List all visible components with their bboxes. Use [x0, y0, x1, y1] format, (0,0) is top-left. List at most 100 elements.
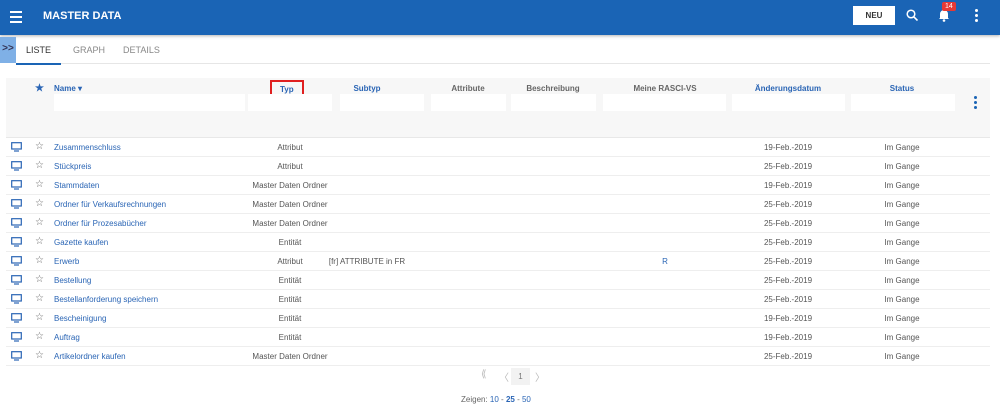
row-name-link[interactable]: Bescheinigung	[54, 314, 106, 323]
filter-attribute-input[interactable]	[431, 94, 506, 111]
row-name-link[interactable]: Erwerb	[54, 257, 79, 266]
monitor-icon[interactable]	[11, 142, 22, 154]
monitor-icon[interactable]	[11, 218, 22, 230]
filter-datum-input[interactable]	[732, 94, 845, 111]
favorite-star-icon[interactable]: ★	[35, 83, 44, 94]
star-icon[interactable]: ☆	[35, 179, 44, 190]
more-options-icon[interactable]	[975, 9, 978, 24]
new-button[interactable]: NEU	[853, 6, 895, 25]
star-icon[interactable]: ☆	[35, 198, 44, 209]
row-datum: 19-Feb.-2019	[763, 333, 813, 342]
row-datum: 19-Feb.-2019	[763, 314, 813, 323]
table-row[interactable]: ☆ Bestellung Entität 25-Feb.-2019 Im Gan…	[6, 271, 990, 290]
table-row[interactable]: ☆ Gazette kaufen Entität 25-Feb.-2019 Im…	[6, 233, 990, 252]
row-name-link[interactable]: Gazette kaufen	[54, 238, 108, 247]
star-icon[interactable]: ☆	[35, 293, 44, 304]
star-icon[interactable]: ☆	[35, 350, 44, 361]
page-size-10[interactable]: 10	[490, 395, 499, 404]
filter-rasci-input[interactable]	[603, 94, 726, 111]
row-datum: 19-Feb.-2019	[763, 143, 813, 152]
row-name-link[interactable]: Zusammenschluss	[54, 143, 121, 152]
row-status: Im Gange	[884, 200, 920, 209]
sidebar-expand-button[interactable]: >>	[0, 37, 16, 63]
row-name-link[interactable]: Ordner für Verkaufsrechnungen	[54, 200, 166, 209]
row-name-link[interactable]: Ordner für Prozesabücher	[54, 219, 147, 228]
table-row[interactable]: ☆ Bestellanforderung speichern Entität 2…	[6, 290, 990, 309]
star-icon[interactable]: ☆	[35, 236, 44, 247]
row-name-link[interactable]: Auftrag	[54, 333, 80, 342]
row-status: Im Gange	[884, 314, 920, 323]
page-size-25[interactable]: 25	[506, 395, 515, 404]
filter-name-input[interactable]	[54, 94, 245, 111]
row-typ: Entität	[278, 238, 302, 247]
filter-beschreibung-input[interactable]	[511, 94, 596, 111]
star-icon[interactable]: ☆	[35, 274, 44, 285]
row-status: Im Gange	[884, 162, 920, 171]
table-row[interactable]: ☆ Ordner für Prozesabücher Master Daten …	[6, 214, 990, 233]
monitor-icon[interactable]	[11, 256, 22, 268]
notification-badge: 14	[942, 2, 956, 11]
row-name-link[interactable]: Stückpreis	[54, 162, 91, 171]
table-row[interactable]: ☆ Stückpreis Attribut 25-Feb.-2019 Im Ga…	[6, 157, 990, 176]
table-row[interactable]: ☆ Artikelordner kaufen Master Daten Ordn…	[6, 347, 990, 366]
table-row[interactable]: ☆ Erwerb Attribut [fr] ATTRIBUTE in FR R…	[6, 252, 990, 271]
row-status: Im Gange	[884, 276, 920, 285]
row-status: Im Gange	[884, 181, 920, 190]
star-icon[interactable]: ☆	[35, 217, 44, 228]
table-row[interactable]: ☆ Stammdaten Master Daten Ordner 19-Feb.…	[6, 176, 990, 195]
page-title: MASTER DATA	[43, 10, 122, 22]
monitor-icon[interactable]	[11, 351, 22, 363]
column-name[interactable]: Name ▾	[54, 84, 82, 93]
row-status: Im Gange	[884, 352, 920, 361]
row-name-link[interactable]: Bestellanforderung speichern	[54, 295, 158, 304]
row-datum: 25-Feb.-2019	[763, 219, 813, 228]
row-status: Im Gange	[884, 219, 920, 228]
page-size-selector: Zeigen: 10 - 25 - 50	[461, 395, 531, 404]
monitor-icon[interactable]	[11, 237, 22, 249]
table-row[interactable]: ☆ Zusammenschluss Attribut 19-Feb.-2019 …	[6, 138, 990, 157]
table-row[interactable]: ☆ Auftrag Entität 19-Feb.-2019 Im Gange	[6, 328, 990, 347]
star-icon[interactable]: ☆	[35, 331, 44, 342]
filter-typ-input[interactable]	[248, 94, 332, 111]
row-typ: Master Daten Ordner	[252, 181, 328, 190]
row-name-link[interactable]: Stammdaten	[54, 181, 99, 190]
star-icon[interactable]: ☆	[35, 312, 44, 323]
search-icon[interactable]	[906, 9, 918, 21]
tab-graph[interactable]: GRAPH	[73, 45, 105, 55]
column-status[interactable]: Status	[890, 84, 914, 93]
filter-status-input[interactable]	[851, 94, 955, 111]
monitor-icon[interactable]	[11, 199, 22, 211]
row-datum: 25-Feb.-2019	[763, 276, 813, 285]
tab-details[interactable]: DETAILS	[123, 45, 160, 55]
page-1-button[interactable]: 1	[511, 368, 530, 385]
table-header: ★ Name ▾ Typ Subtyp Attribute Beschreibu…	[6, 78, 990, 138]
row-name-link[interactable]: Bestellung	[54, 276, 91, 285]
star-icon[interactable]: ☆	[35, 255, 44, 266]
row-typ: Attribut	[277, 257, 303, 266]
monitor-icon[interactable]	[11, 294, 22, 306]
filter-subtyp-input[interactable]	[340, 94, 424, 111]
star-icon[interactable]: ☆	[35, 141, 44, 152]
column-datum[interactable]: Änderungsdatum	[755, 84, 821, 93]
next-page-icon[interactable]: 〉	[535, 369, 545, 384]
column-options-icon[interactable]	[974, 96, 977, 111]
monitor-icon[interactable]	[11, 275, 22, 287]
table-row[interactable]: ☆ Ordner für Verkaufsrechnungen Master D…	[6, 195, 990, 214]
column-attribute: Attribute	[451, 84, 485, 93]
tab-liste[interactable]: LISTE	[16, 45, 62, 65]
first-page-icon[interactable]: ⟪	[481, 369, 487, 380]
column-name-label: Name	[54, 84, 76, 93]
hamburger-menu-icon[interactable]	[10, 11, 22, 26]
monitor-icon[interactable]	[11, 313, 22, 325]
prev-page-icon[interactable]: 〈	[499, 369, 509, 384]
monitor-icon[interactable]	[11, 180, 22, 192]
row-typ: Entität	[278, 295, 302, 304]
column-subtyp[interactable]: Subtyp	[353, 84, 380, 93]
star-icon[interactable]: ☆	[35, 160, 44, 171]
row-name-link[interactable]: Artikelordner kaufen	[54, 352, 126, 361]
row-typ: Entität	[278, 333, 302, 342]
monitor-icon[interactable]	[11, 332, 22, 344]
monitor-icon[interactable]	[11, 161, 22, 173]
table-row[interactable]: ☆ Bescheinigung Entität 19-Feb.-2019 Im …	[6, 309, 990, 328]
page-size-50[interactable]: 50	[522, 395, 531, 404]
